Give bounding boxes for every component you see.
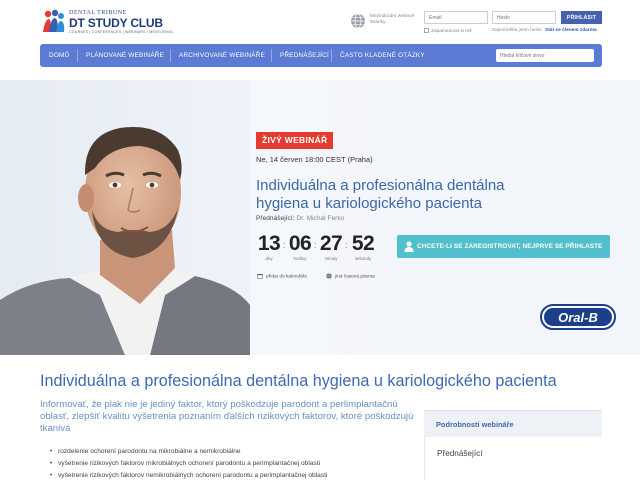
countdown-days-label: dny	[265, 256, 273, 261]
user-icon	[404, 241, 414, 252]
nav-separator	[170, 49, 171, 62]
nav-item-home[interactable]: DOMŮ	[49, 44, 69, 67]
webinar-details-panel: Podrobnosti webináře Přednášející	[424, 410, 602, 480]
content-title: Individuálna a profesionálna dentálna hy…	[40, 372, 557, 390]
countdown-hours-value: 06	[288, 232, 312, 255]
login-form: PŘIHLÁSIT Zapamatovat si mě Zapomněl/a j…	[424, 11, 604, 37]
objectives-list: rozdelenie ochorení parodontu na mikrobi…	[50, 446, 420, 480]
countdown-seconds: 52 sekundy	[350, 232, 376, 262]
search-input[interactable]	[496, 49, 594, 62]
nav-separator	[77, 49, 78, 62]
list-item: rozdelenie ochorení parodontu na mikrobi…	[50, 446, 420, 458]
speaker-portrait	[0, 80, 250, 355]
oral-b-logo: Oral-B	[540, 304, 616, 330]
calendar-icon	[257, 274, 263, 279]
countdown-timer: 13 dny : 06 hodiny : 27 minuty : 52 seku…	[256, 232, 386, 268]
countdown-hours-label: hodiny	[293, 256, 307, 261]
webinar-date: Ne, 14 červen 18:00 CEST (Praha)	[256, 155, 373, 164]
oral-b-text: Oral-B	[558, 310, 598, 325]
international-site-label: Mezinárodní webové stránky	[370, 14, 415, 25]
nav-item-planned-webinars[interactable]: PLÁNOVANÉ WEBINÁŘE	[86, 44, 164, 67]
countdown-seconds-value: 52	[351, 232, 375, 255]
speaker-name-link[interactable]: Dr. Michal Ferko	[296, 215, 344, 222]
international-site-link[interactable]: Mezinárodní webové stránky	[350, 11, 420, 33]
webinar-details-heading[interactable]: Podrobnosti webináře	[424, 410, 602, 437]
nav-item-faq[interactable]: ČASTO KLADENÉ OTÁZKY	[340, 44, 425, 67]
main-nav: DOMŮ PLÁNOVANÉ WEBINÁŘE ARCHIVOVANÉ WEBI…	[40, 44, 602, 67]
register-login-label: CHCETE-LI SE ZAREGISTROVAT, NEJPRVE SE P…	[417, 243, 603, 250]
list-item: vyšetrenie rizikových faktorov mikrobiál…	[50, 458, 420, 470]
webinar-title[interactable]: Individuálna a profesionálna dentálna hy…	[256, 177, 556, 213]
forgot-password-link[interactable]: Zapomněl/a jsem heslo	[492, 28, 542, 33]
countdown-colon: :	[314, 240, 317, 250]
password-input[interactable]	[492, 11, 556, 24]
countdown-colon: :	[283, 240, 286, 250]
add-to-calendar-link[interactable]: přidat do kalendáře	[257, 273, 307, 279]
register-free-link[interactable]: Stát se členem zdarma	[545, 28, 597, 33]
logo-tagline: COURSES | CONFERENCES | WEBINARS | MENTO…	[69, 30, 173, 34]
countdown-colon: :	[345, 240, 348, 250]
dt-study-club-logo[interactable]: DENTAL TRIBUNE DT STUDY CLUB COURSES | C…	[40, 8, 190, 38]
people-logo-icon	[43, 9, 65, 32]
other-timezones-label: jiná časová pásma	[335, 274, 375, 280]
remember-me-label: Zapamatovat si mě	[431, 28, 472, 34]
email-input[interactable]	[424, 11, 488, 24]
globe-icon	[326, 273, 332, 279]
speakers-detail-item[interactable]: Přednášející	[424, 437, 602, 480]
list-item: vyšetrenie rizikových faktorov nemikrobi…	[50, 470, 420, 480]
register-login-button[interactable]: CHCETE-LI SE ZAREGISTROVAT, NEJPRVE SE P…	[397, 235, 610, 258]
countdown-days-value: 13	[257, 232, 281, 255]
nav-item-archived-webinars[interactable]: ARCHIVOVANÉ WEBINÁŘE	[179, 44, 265, 67]
add-to-calendar-label: přidat do kalendáře	[266, 274, 308, 280]
countdown-minutes-label: minuty	[324, 256, 338, 261]
checkbox-icon	[424, 28, 429, 33]
nav-separator	[271, 49, 272, 62]
countdown-minutes-value: 27	[319, 232, 343, 255]
site-header: DENTAL TRIBUNE DT STUDY CLUB COURSES | C…	[0, 0, 640, 44]
remember-me-checkbox[interactable]: Zapamatovat si mě	[424, 28, 472, 34]
nav-item-speakers[interactable]: PŘEDNÁŠEJÍCÍ	[280, 44, 329, 67]
countdown-hours: 06 hodiny	[287, 232, 313, 262]
logo-main-text: DT STUDY CLUB	[69, 16, 163, 30]
content-intro: Informovať, že plak nie je jediný faktor…	[40, 399, 414, 434]
speaker-label: Přednášející:	[256, 215, 295, 222]
nav-separator	[331, 49, 332, 62]
other-timezones-link[interactable]: jiná časová pásma	[326, 273, 375, 279]
globe-icon	[351, 13, 365, 29]
countdown-minutes: 27 minuty	[318, 232, 344, 262]
login-button[interactable]: PŘIHLÁSIT	[561, 11, 602, 24]
live-webinar-badge: ŽIVÝ WEBINÁŘ	[256, 132, 334, 149]
countdown-seconds-label: sekundy	[354, 256, 372, 261]
webinar-hero: ŽIVÝ WEBINÁŘ Ne, 14 červen 18:00 CEST (P…	[0, 80, 640, 355]
speaker-line: Přednášející: Dr. Michal Ferko	[256, 215, 344, 222]
countdown-days: 13 dny	[256, 232, 282, 262]
